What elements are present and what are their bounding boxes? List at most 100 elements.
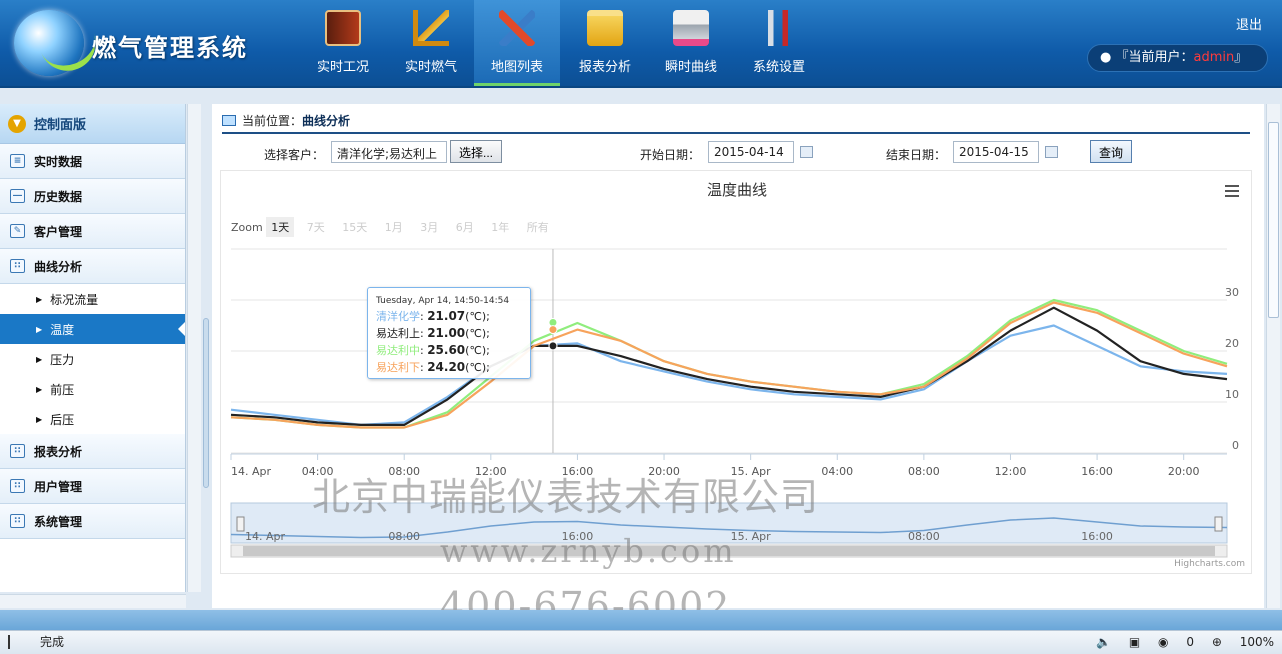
zoom-button-1y[interactable]: 1年	[486, 217, 514, 237]
printer-icon	[673, 10, 709, 46]
watermark-company: 北京中瑞能仪表技术有限公司	[312, 475, 820, 519]
caret-right-icon: ▶	[36, 354, 43, 364]
select-customer-button[interactable]: 选择...	[450, 140, 503, 163]
sidebar-item-system-management[interactable]: ∷ 系统管理	[0, 504, 185, 539]
edit-icon: ✎	[10, 224, 25, 238]
navigator-tick-label: 16:00	[1081, 530, 1113, 543]
query-button[interactable]: 查询	[1090, 140, 1133, 163]
chevron-down-icon: ▼	[8, 114, 26, 133]
page-status-icon	[8, 635, 22, 649]
calendar-icon[interactable]	[1045, 146, 1058, 158]
app-logo	[14, 10, 104, 79]
nav-item-report-analysis[interactable]: 报表分析	[562, 0, 648, 86]
end-date-field[interactable]: 2015-04-15	[953, 141, 1039, 163]
tooltip-row: 易达利上: 21.00(℃);	[376, 326, 490, 340]
ruler-icon	[413, 10, 449, 46]
chart-credits[interactable]: Highcharts.com	[1174, 559, 1245, 569]
wrench-icon	[761, 10, 797, 46]
start-date-label: 开始日期：	[640, 148, 701, 162]
zoom-button-15d[interactable]: 15天	[337, 217, 372, 237]
navigator-tick-label: 08:00	[388, 530, 420, 543]
filter-bar: 选择客户： 清洋化学;易达利上 选择... 开始日期： 2015-04-14 结…	[212, 140, 1264, 166]
main-content: 当前位置：曲线分析 选择客户： 清洋化学;易达利上 选择... 开始日期： 20…	[212, 104, 1264, 608]
current-user-name: admin	[1193, 50, 1235, 65]
nav-item-realtime-status[interactable]: 实时工况	[300, 0, 386, 86]
popup-blocker-icon[interactable]: ◉ 0	[1158, 635, 1194, 649]
y-tick-label: 10	[1225, 388, 1239, 401]
zoom-selector: Zoom 1天 7天 15天 1月 3月 6月 1年 所有	[231, 217, 558, 237]
navigator-right-handle	[1214, 516, 1223, 532]
sidebar-item-history-data[interactable]: ― 历史数据	[0, 179, 185, 214]
caret-right-icon: ▶	[36, 324, 43, 334]
caret-right-icon: ▶	[36, 414, 43, 424]
zoom-level[interactable]: ⊕ 100%	[1212, 635, 1274, 649]
nav-item-instant-curve[interactable]: 瞬时曲线	[648, 0, 734, 86]
x-tick-label: 12:00	[995, 465, 1027, 478]
folder-icon	[587, 10, 623, 46]
nav-item-realtime-gas[interactable]: 实时燃气	[388, 0, 474, 86]
end-date-label: 结束日期：	[886, 148, 947, 162]
zoom-button-7d[interactable]: 7天	[302, 217, 330, 237]
start-date-field[interactable]: 2015-04-14	[708, 141, 794, 163]
tools-icon	[499, 10, 535, 46]
speaker-icon[interactable]: 🔈	[1096, 635, 1111, 649]
chart-menu-icon[interactable]	[1225, 185, 1239, 197]
customer-field[interactable]: 清洋化学;易达利上	[331, 141, 447, 163]
sidebar-item-report-analysis[interactable]: ∷ 报表分析	[0, 434, 185, 469]
x-tick-label: 16:00	[1081, 465, 1113, 478]
sidebar: ▼ 控制面版 ≡ 实时数据 ― 历史数据 ✎ 客户管理 ∷ 曲线分析 ▶ 标况流量 ▶ 温度…	[0, 104, 186, 592]
current-user-box: ● 『当前用户：admin』	[1087, 44, 1268, 72]
network-icon[interactable]: ▣	[1129, 635, 1140, 649]
nav-item-map-list[interactable]: 地图列表	[474, 0, 560, 86]
list-icon: ≡	[10, 154, 25, 168]
app-header: 燃气管理系统 实时工况 实时燃气 地图列表 报表分析 瞬时曲线 系统设置 退出 …	[0, 0, 1282, 88]
zoom-button-1d[interactable]: 1天	[266, 217, 295, 237]
sidebar-subitem-front-pressure[interactable]: ▶ 前压	[0, 374, 185, 404]
sidebar-item-realtime-data[interactable]: ≡ 实时数据	[0, 144, 185, 179]
zoom-button-6m[interactable]: 6月	[451, 217, 479, 237]
calendar-icon: ∷	[10, 259, 25, 273]
main-vertical-scrollbar[interactable]	[1266, 104, 1280, 608]
y-tick-label: 30	[1225, 286, 1239, 299]
logout-link[interactable]: 退出	[1236, 14, 1262, 33]
sidebar-header[interactable]: ▼ 控制面版	[0, 104, 185, 144]
sidebar-vertical-scrollbar[interactable]	[187, 104, 201, 592]
calendar-icon: ∷	[10, 444, 25, 458]
x-tick-label: 08:00	[908, 465, 940, 478]
panel-splitter-handle[interactable]	[203, 318, 209, 488]
chart-tooltip: Tuesday, Apr 14, 14:50-14:54 清洋化学: 21.07…	[367, 287, 531, 379]
navigator-tick-label: 15. Apr	[731, 530, 771, 543]
sidebar-horizontal-scrollbar[interactable]	[0, 594, 186, 608]
zoom-button-all[interactable]: 所有	[522, 217, 554, 237]
browser-status-bar: 完成 🔈 ▣ ◉ 0 ⊕ 100%	[0, 630, 1282, 654]
navigator-tick-label: 08:00	[908, 530, 940, 543]
y-tick-label: 0	[1232, 439, 1239, 452]
caret-right-icon: ▶	[36, 384, 43, 394]
sidebar-subitem-back-pressure[interactable]: ▶ 后压	[0, 404, 185, 434]
customer-label: 选择客户：	[264, 148, 325, 162]
hover-marker	[548, 341, 558, 351]
breadcrumb-current: 曲线分析	[302, 114, 351, 128]
sidebar-item-curve-analysis[interactable]: ∷ 曲线分析	[0, 249, 185, 284]
breadcrumb: 当前位置：曲线分析	[222, 112, 1250, 134]
tooltip-row: 易达利中: 25.60(℃);	[376, 343, 490, 357]
hover-marker	[548, 325, 558, 335]
tooltip-row: 易达利下: 24.20(℃);	[376, 360, 490, 374]
navigator-tick-label: 14. Apr	[245, 530, 285, 543]
x-tick-label: 14. Apr	[231, 465, 271, 478]
calendar-icon[interactable]	[800, 146, 813, 158]
monitor-icon	[222, 115, 236, 126]
navigator-left-handle	[236, 516, 245, 532]
sidebar-subitem-temperature[interactable]: ▶ 温度	[0, 314, 185, 344]
watermark-url: www.zrnyb.com	[440, 532, 737, 570]
zoom-label: Zoom	[231, 221, 263, 234]
sidebar-subitem-standard-flow[interactable]: ▶ 标况流量	[0, 284, 185, 314]
nav-item-system-settings[interactable]: 系统设置	[736, 0, 822, 86]
zoom-button-1m[interactable]: 1月	[380, 217, 408, 237]
sidebar-subitem-pressure[interactable]: ▶ 压力	[0, 344, 185, 374]
x-tick-label: 20:00	[1168, 465, 1200, 478]
sidebar-item-user-management[interactable]: ∷ 用户管理	[0, 469, 185, 504]
tooltip-row: 清洋化学: 21.07(℃);	[376, 309, 490, 323]
zoom-button-3m[interactable]: 3月	[415, 217, 443, 237]
sidebar-item-customer-management[interactable]: ✎ 客户管理	[0, 214, 185, 249]
